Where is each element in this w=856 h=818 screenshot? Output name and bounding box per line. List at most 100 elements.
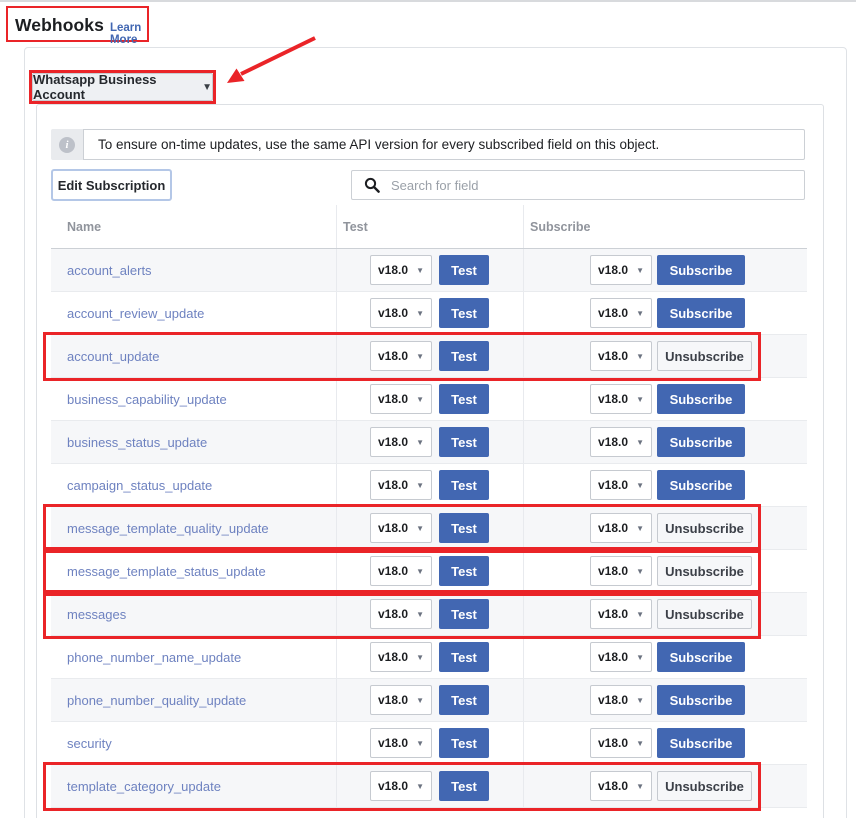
row-name-link[interactable]: template_category_update [67,779,221,794]
caret-down-icon: ▼ [636,266,644,275]
row-name-link[interactable]: phone_number_name_update [67,650,241,665]
row-name-link[interactable]: message_template_quality_update [67,521,269,536]
row-name-link[interactable]: messages [67,607,126,622]
test-version-select[interactable]: v18.0 ▼ [370,599,432,629]
subscribe-version-select[interactable]: v18.0 ▼ [590,642,652,672]
caret-down-icon: ▼ [636,739,644,748]
test-button[interactable]: Test [439,599,489,629]
subscribe-version-select[interactable]: v18.0 ▼ [590,556,652,586]
page-root: Webhooks Learn More Whatsapp Business Ac… [0,0,856,818]
test-version-select[interactable]: v18.0 ▼ [370,556,432,586]
info-banner-text: To ensure on-time updates, use the same … [83,129,805,160]
subscribe-version-select[interactable]: v18.0 ▼ [590,470,652,500]
row-name-link[interactable]: account_alerts [67,263,152,278]
test-version-select[interactable]: v18.0 ▼ [370,728,432,758]
test-button[interactable]: Test [439,298,489,328]
edit-subscription-button[interactable]: Edit Subscription [51,169,172,201]
caret-down-icon: ▼ [416,481,424,490]
test-version-select[interactable]: v18.0 ▼ [370,341,432,371]
row-name-link[interactable]: account_review_update [67,306,204,321]
subscribe-version-select[interactable]: v18.0 ▼ [590,255,652,285]
caret-down-icon: ▼ [636,696,644,705]
subscribe-button[interactable]: Subscribe [657,728,745,758]
test-button[interactable]: Test [439,771,489,801]
test-version-select[interactable]: v18.0 ▼ [370,427,432,457]
test-button[interactable]: Test [439,384,489,414]
fields-table: Name Test Subscribe account_alerts v18.0… [51,205,807,808]
caret-down-icon: ▼ [416,610,424,619]
unsubscribe-button[interactable]: Unsubscribe [657,771,752,801]
learn-more-link[interactable]: Learn More [110,22,147,46]
subscribe-version-select[interactable]: v18.0 ▼ [590,685,652,715]
caret-down-icon: ▼ [416,739,424,748]
test-button[interactable]: Test [439,685,489,715]
row-name-link[interactable]: message_template_status_update [67,564,266,579]
subscribe-button[interactable]: Subscribe [657,427,745,457]
column-header-name: Name [51,205,336,248]
info-banner-icon-block: i [51,129,83,160]
subscribe-button[interactable]: Subscribe [657,298,745,328]
test-version-select[interactable]: v18.0 ▼ [370,470,432,500]
row-name-link[interactable]: phone_number_quality_update [67,693,246,708]
row-name-link[interactable]: account_update [67,349,160,364]
subscribe-version-select[interactable]: v18.0 ▼ [590,341,652,371]
subscribe-button[interactable]: Subscribe [657,470,745,500]
subscribe-button[interactable]: Subscribe [657,642,745,672]
table-row: message_template_quality_update v18.0 ▼ … [51,507,807,550]
test-version-select[interactable]: v18.0 ▼ [370,255,432,285]
test-version-select[interactable]: v18.0 ▼ [370,298,432,328]
row-name-link[interactable]: business_status_update [67,435,207,450]
subscribe-version-select[interactable]: v18.0 ▼ [590,427,652,457]
test-button[interactable]: Test [439,556,489,586]
subscribe-button[interactable]: Subscribe [657,384,745,414]
subscribe-button[interactable]: Subscribe [657,685,745,715]
field-search-box[interactable] [351,170,805,200]
subscribe-version-select[interactable]: v18.0 ▼ [590,298,652,328]
caret-down-icon: ▼ [416,438,424,447]
test-version-select[interactable]: v18.0 ▼ [370,513,432,543]
caret-down-icon: ▼ [636,610,644,619]
object-type-label: Whatsapp Business Account [33,72,193,102]
test-button[interactable]: Test [439,642,489,672]
test-version-select[interactable]: v18.0 ▼ [370,384,432,414]
test-version-select[interactable]: v18.0 ▼ [370,771,432,801]
subscribe-version-select[interactable]: v18.0 ▼ [590,513,652,543]
caret-down-icon: ▼ [416,309,424,318]
table-row: account_review_update v18.0 ▼ Test v18.0… [51,292,807,335]
test-version-select[interactable]: v18.0 ▼ [370,642,432,672]
test-button[interactable]: Test [439,341,489,371]
row-name-link[interactable]: business_capability_update [67,392,227,407]
caret-down-icon: ▼ [416,567,424,576]
subscribe-version-select[interactable]: v18.0 ▼ [590,384,652,414]
caret-down-icon: ▼ [636,524,644,533]
test-button[interactable]: Test [439,728,489,758]
table-row: phone_number_name_update v18.0 ▼ Test v1… [51,636,807,679]
unsubscribe-button[interactable]: Unsubscribe [657,599,752,629]
subscribe-button[interactable]: Subscribe [657,255,745,285]
test-button[interactable]: Test [439,255,489,285]
row-name-link[interactable]: security [67,736,112,751]
row-name-link[interactable]: campaign_status_update [67,478,212,493]
info-banner: i To ensure on-time updates, use the sam… [51,129,805,160]
test-button[interactable]: Test [439,470,489,500]
caret-down-icon: ▼ [636,567,644,576]
table-row: account_update v18.0 ▼ Test v18.0 ▼ Unsu… [51,335,807,378]
caret-down-icon: ▼ [416,696,424,705]
subscribe-version-select[interactable]: v18.0 ▼ [590,599,652,629]
subscribe-version-select[interactable]: v18.0 ▼ [590,771,652,801]
search-input[interactable] [391,178,794,193]
caret-down-icon: ▼ [416,266,424,275]
info-icon: i [59,137,75,153]
test-version-select[interactable]: v18.0 ▼ [370,685,432,715]
object-type-dropdown[interactable]: Whatsapp Business Account ▼ [32,73,213,101]
unsubscribe-button[interactable]: Unsubscribe [657,513,752,543]
unsubscribe-button[interactable]: Unsubscribe [657,556,752,586]
unsubscribe-button[interactable]: Unsubscribe [657,341,752,371]
caret-down-icon: ▼ [416,395,424,404]
table-body: account_alerts v18.0 ▼ Test v18.0 ▼ Subs… [51,249,807,808]
test-button[interactable]: Test [439,513,489,543]
caret-down-icon: ▼ [636,438,644,447]
caret-down-icon: ▼ [416,782,424,791]
subscribe-version-select[interactable]: v18.0 ▼ [590,728,652,758]
test-button[interactable]: Test [439,427,489,457]
